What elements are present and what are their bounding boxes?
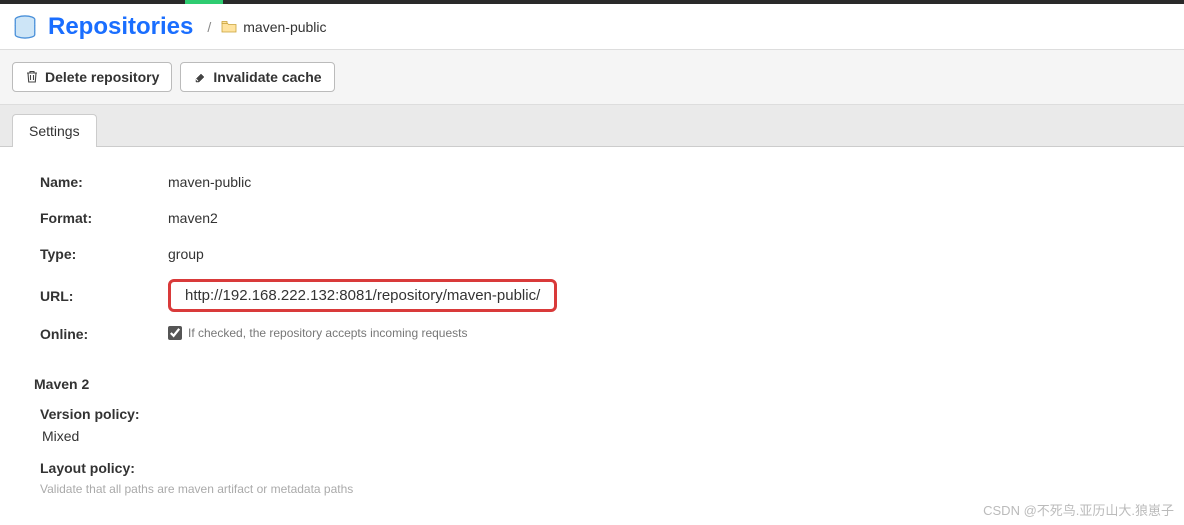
online-checkbox[interactable] — [168, 326, 182, 340]
field-type: Type: group — [40, 243, 1144, 265]
field-url: URL: http://192.168.222.132:8081/reposit… — [40, 279, 1144, 312]
url-label: URL: — [40, 288, 168, 304]
field-format: Format: maven2 — [40, 207, 1144, 229]
online-label: Online: — [40, 326, 168, 342]
eraser-icon — [193, 70, 207, 84]
format-value: maven2 — [168, 210, 218, 226]
url-value[interactable]: http://192.168.222.132:8081/repository/m… — [168, 279, 557, 312]
breadcrumb-item[interactable]: maven-public — [243, 19, 326, 35]
action-bar: Delete repository Invalidate cache — [0, 50, 1184, 105]
version-policy-value: Mixed — [42, 428, 1144, 444]
tabs: Settings — [0, 105, 1184, 147]
breadcrumb-separator: / — [207, 19, 211, 35]
invalidate-cache-button[interactable]: Invalidate cache — [180, 62, 334, 92]
invalidate-cache-label: Invalidate cache — [213, 69, 321, 85]
breadcrumb: Repositories / maven-public — [0, 4, 1184, 50]
name-value: maven-public — [168, 174, 251, 190]
online-hint: If checked, the repository accepts incom… — [188, 326, 467, 340]
trash-icon — [25, 70, 39, 84]
delete-repository-button[interactable]: Delete repository — [12, 62, 172, 92]
type-label: Type: — [40, 246, 168, 262]
page-title[interactable]: Repositories — [48, 13, 193, 41]
database-icon — [12, 14, 38, 40]
settings-panel: Name: maven-public Format: maven2 Type: … — [0, 147, 1184, 520]
watermark: CSDN @不死鸟.亚历山大.狼崽子 — [983, 500, 1174, 519]
field-online: Online: If checked, the repository accep… — [40, 326, 1144, 348]
name-label: Name: — [40, 174, 168, 190]
layout-policy-hint: Validate that all paths are maven artifa… — [40, 482, 1144, 496]
type-value: group — [168, 246, 204, 262]
layout-policy-label: Layout policy: — [40, 460, 1144, 476]
field-name: Name: maven-public — [40, 171, 1144, 193]
maven2-heading: Maven 2 — [34, 376, 1144, 392]
folder-group-icon — [221, 20, 237, 34]
tab-settings[interactable]: Settings — [12, 114, 97, 147]
version-policy-label: Version policy: — [40, 406, 1144, 422]
format-label: Format: — [40, 210, 168, 226]
top-accent-bar — [0, 0, 1184, 4]
delete-repository-label: Delete repository — [45, 69, 159, 85]
